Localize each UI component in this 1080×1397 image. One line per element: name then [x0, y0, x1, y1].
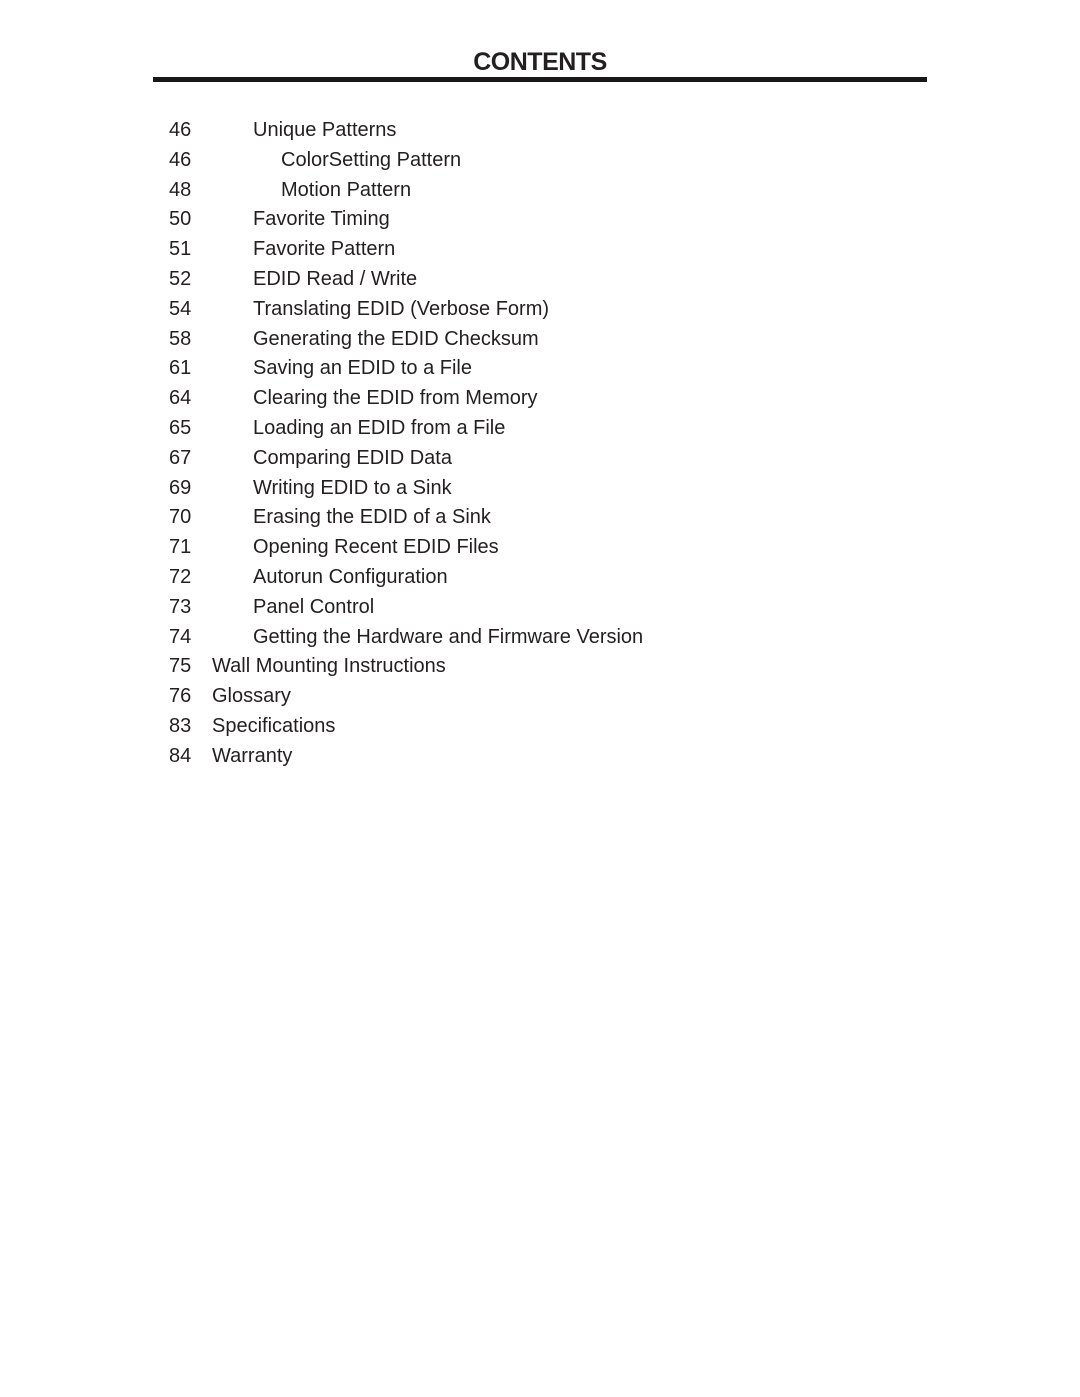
toc-entry[interactable]: 46 ColorSetting Pattern — [0, 146, 1080, 176]
toc-page-number: 54 — [169, 297, 192, 320]
toc-entry-title: Erasing the EDID of a Sink — [253, 506, 491, 529]
toc-page-number: 67 — [169, 446, 192, 469]
toc-page-number: 74 — [169, 625, 192, 648]
title-divider — [153, 77, 927, 82]
toc-page-number: 75 — [169, 655, 192, 678]
toc-entry[interactable]: 50 Favorite Timing — [0, 205, 1080, 235]
toc-page-number: 72 — [169, 565, 192, 588]
toc-page-number: 50 — [169, 208, 192, 231]
toc-entry-title: Panel Control — [253, 595, 375, 618]
toc-page-number: 71 — [169, 536, 192, 559]
toc-page-number: 46 — [169, 148, 192, 171]
toc-page-number: 76 — [169, 685, 192, 708]
toc-entry-title: Wall Mounting Instructions — [212, 655, 446, 678]
toc-entry[interactable]: 71 Opening Recent EDID Files — [0, 533, 1080, 563]
toc-entry-title: Motion Pattern — [281, 178, 412, 201]
toc-entry[interactable]: 46 Unique Patterns — [0, 116, 1080, 146]
toc-entry[interactable]: 67 Comparing EDID Data — [0, 444, 1080, 474]
toc-entry[interactable]: 51 Favorite Pattern — [0, 235, 1080, 265]
toc-entry[interactable]: 74 Getting the Hardware and Firmware Vers… — [0, 623, 1080, 653]
toc-entry[interactable]: 52 EDID Read / Write — [0, 265, 1080, 295]
toc-entry-title: ColorSetting Pattern — [281, 148, 462, 171]
toc-entry[interactable]: 72 Autorun Configuration — [0, 563, 1080, 593]
toc-entry[interactable]: 69 Writing EDID to a Sink — [0, 474, 1080, 504]
toc-page-number: 84 — [169, 744, 192, 767]
toc-page-number: 83 — [169, 714, 192, 737]
toc-entry-title: Getting the Hardware and Firmware Versio… — [253, 625, 644, 648]
toc-entry-title: Clearing the EDID from Memory — [253, 387, 538, 410]
toc-page-number: 61 — [169, 357, 192, 380]
toc-entry[interactable]: 61 Saving an EDID to a File — [0, 354, 1080, 384]
toc-entry-title: Loading an EDID from a File — [253, 416, 506, 439]
toc-entry-title: Translating EDID (Verbose Form) — [253, 297, 550, 320]
toc-entry-title: Favorite Timing — [253, 208, 390, 231]
toc-entry-title: Unique Patterns — [253, 119, 397, 141]
toc-entry-title: Favorite Pattern — [253, 238, 396, 261]
toc-entry-title: Warranty — [212, 744, 293, 767]
toc-page-number: 52 — [169, 267, 192, 290]
toc-entry[interactable]: 70 Erasing the EDID of a Sink — [0, 503, 1080, 533]
toc-page-number: 48 — [169, 178, 192, 201]
toc-entry-title: EDID Read / Write — [253, 267, 418, 290]
toc-page-number: 64 — [169, 387, 192, 410]
toc-entry[interactable]: 58 Generating the EDID Checksum — [0, 325, 1080, 355]
toc-entry-title: Opening Recent EDID Files — [253, 536, 499, 559]
toc-entry-title: Glossary — [212, 685, 291, 708]
toc-page-number: 73 — [169, 595, 192, 618]
toc-entry[interactable]: 64 Clearing the EDID from Memory — [0, 384, 1080, 414]
toc-entry[interactable]: 65 Loading an EDID from a File — [0, 414, 1080, 444]
toc-entry-title: Generating the EDID Checksum — [253, 327, 539, 350]
toc-entry[interactable]: 48 Motion Pattern — [0, 176, 1080, 206]
toc-page-number: 70 — [169, 506, 192, 529]
toc-entry-title: Comparing EDID Data — [253, 446, 452, 469]
toc-entry[interactable]: 84 Warranty — [0, 742, 1080, 772]
toc-page-number: 51 — [169, 238, 192, 261]
table-of-contents: 46 Unique Patterns 46 ColorSetting Pattern 4… — [0, 116, 1080, 772]
toc-entry-title: Autorun Configuration — [253, 565, 448, 588]
toc-page-number: 69 — [169, 476, 192, 499]
toc-entry-title: Writing EDID to a Sink — [253, 476, 452, 499]
toc-entry[interactable]: 83 Specifications — [0, 712, 1080, 742]
toc-entry[interactable]: 76 Glossary — [0, 682, 1080, 712]
toc-entry-title: Saving an EDID to a File — [253, 357, 472, 380]
toc-entry-title: Specifications — [212, 714, 336, 737]
toc-page-number: 58 — [169, 327, 192, 350]
toc-entry[interactable]: 75 Wall Mounting Instructions — [0, 652, 1080, 682]
toc-entry[interactable]: 73 Panel Control — [0, 593, 1080, 623]
toc-page-number: 46 — [169, 119, 192, 141]
toc-page-number: 65 — [169, 416, 192, 439]
page-title: CONTENTS — [473, 48, 607, 76]
toc-entry[interactable]: 54 Translating EDID (Verbose Form) — [0, 295, 1080, 325]
